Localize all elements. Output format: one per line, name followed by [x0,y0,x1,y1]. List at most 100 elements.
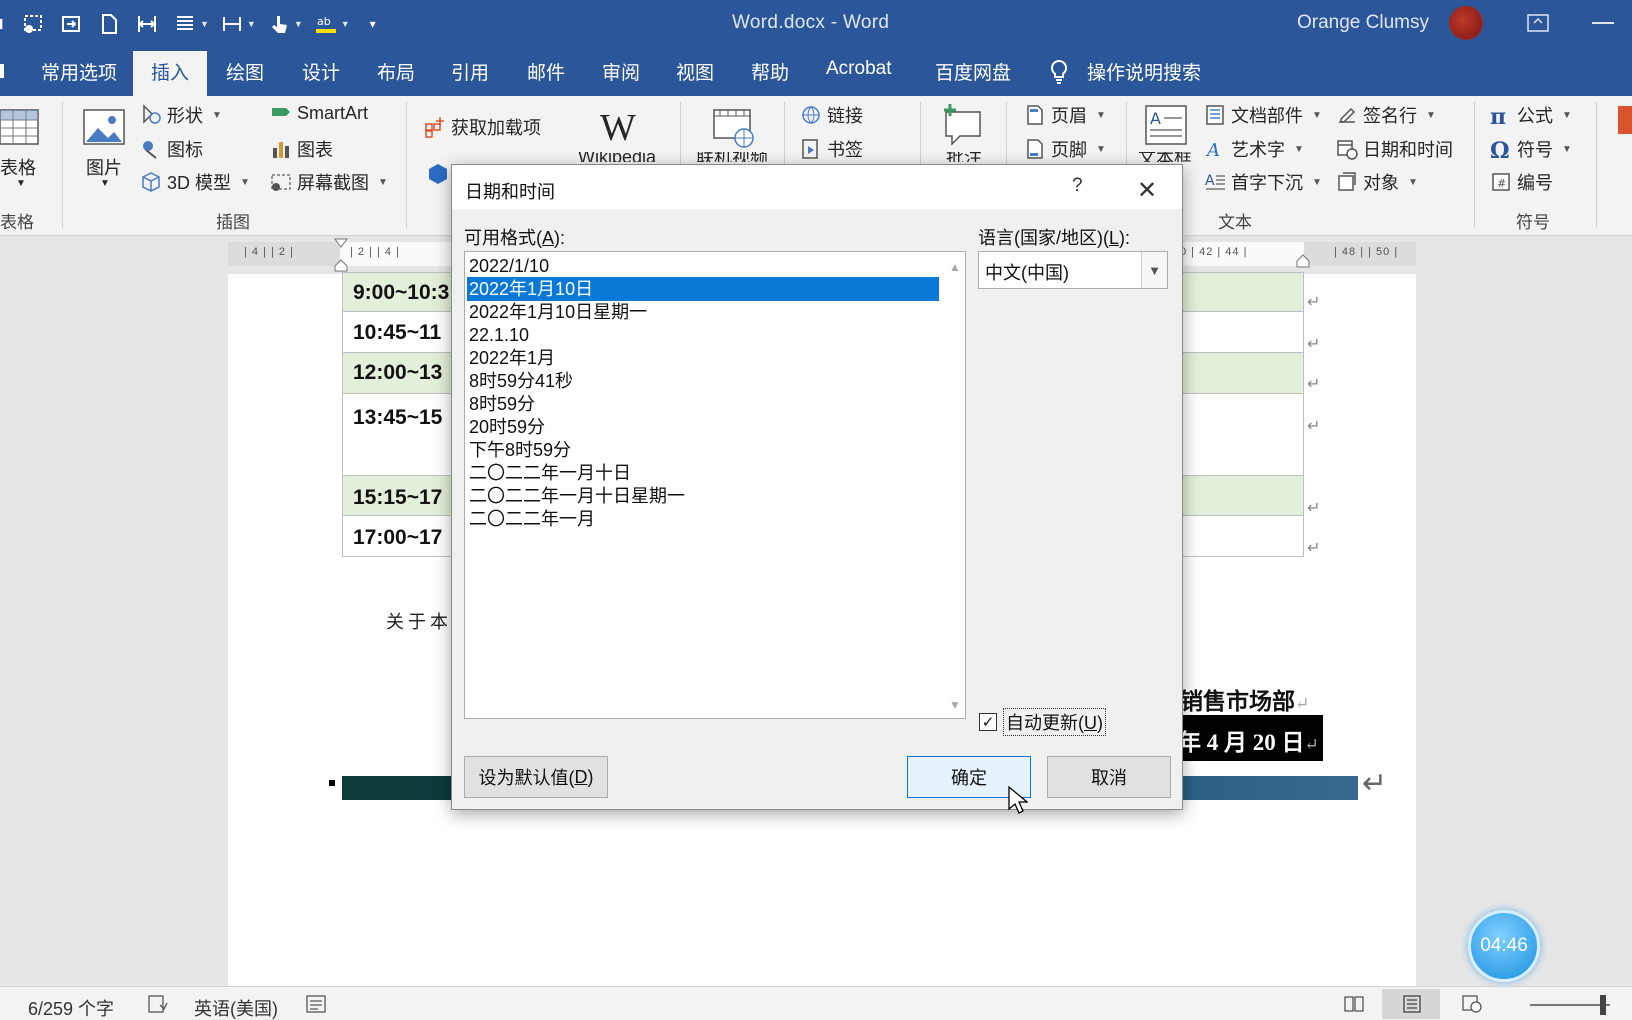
language-status[interactable]: 英语(美国) [194,995,278,1020]
right-indent-marker[interactable] [1296,254,1310,268]
comment-icon[interactable] [940,102,986,148]
switch-window-icon[interactable] [56,9,86,39]
format-option[interactable]: 2022年1月10日星期一 [467,300,939,324]
close-button[interactable]: ✕ [1137,176,1157,205]
number-button[interactable]: # 编号 [1490,169,1553,195]
tab-acrobat[interactable]: Acrobat [826,58,891,80]
user-name[interactable]: Orange Clumsy [1297,12,1429,34]
row-height-icon[interactable] [217,9,247,39]
format-option[interactable]: 二〇二二年一月十日星期一 [467,484,939,508]
chevron-down-icon[interactable]: ▼ [247,19,256,29]
smartart-button[interactable]: SmartArt [270,102,368,124]
line-spacing-icon[interactable] [170,9,200,39]
new-document-icon[interactable] [94,9,124,39]
date-time-button[interactable]: 日期和时间 [1336,136,1453,162]
format-option[interactable]: 22.1.10 [467,323,939,347]
format-option-selected[interactable]: 2022年1月10日 [467,277,939,301]
web-layout-icon[interactable] [1462,995,1482,1013]
formats-listbox[interactable]: 2022/1/10 2022年1月10日 2022年1月10日星期一 22.1.… [464,251,966,719]
cancel-button[interactable]: 取消 [1047,756,1171,798]
chevron-down-icon[interactable]: ▼ [949,698,961,712]
comment-button[interactable]: 批注 [946,152,982,162]
column-width-icon[interactable] [132,9,162,39]
accessibility-icon[interactable] [306,995,326,1013]
object-button[interactable]: 对象 ▼ [1336,169,1418,195]
print-layout-icon[interactable] [1402,995,1422,1013]
online-video-button[interactable]: 联机视频 [696,152,768,162]
chart-button[interactable]: 图表 [270,136,333,162]
signature-line-button[interactable]: 签名行 ▼ [1336,102,1436,128]
zoom-slider[interactable] [1530,1004,1610,1006]
language-select[interactable]: 中文(中国) ▼ [978,251,1168,289]
chevron-down-icon[interactable]: ▼ [100,178,110,189]
get-addins-button[interactable]: 获取加载项 [424,114,541,140]
help-button[interactable]: ? [1072,175,1083,197]
inserted-date-field[interactable]: 年 4 月 20 日↵ [1178,715,1323,761]
wikipedia-icon[interactable]: W [600,106,636,150]
save-icon[interactable] [0,9,10,39]
chevron-down-icon[interactable]: ▼ [200,19,209,29]
customize-qat-icon[interactable]: ▾ [358,9,388,39]
touch-mode-icon[interactable] [264,9,294,39]
pictures-button[interactable]: 图片 [86,154,122,180]
format-option[interactable]: 20时59分 [467,415,939,439]
wikipedia-button[interactable]: Wikipedia [578,152,656,162]
my-addins-icon[interactable] [426,162,450,186]
indent-marker[interactable] [334,238,348,272]
recording-timer[interactable]: 04:46 [1468,910,1540,982]
symbol-button[interactable]: Ω 符号 ▼ [1490,136,1572,164]
format-option[interactable]: 2022年1月 [467,346,939,370]
tell-me-search[interactable]: 操作说明搜索 [1087,58,1201,85]
icons-button[interactable]: 图标 [140,136,203,162]
checkbox-checked[interactable]: ✓ [979,713,997,731]
header-button[interactable]: 页眉 ▼ [1024,102,1106,128]
tab-baidu-netdisk[interactable]: 百度网盘 [935,58,1011,85]
chevron-down-icon[interactable]: ▼ [1141,252,1167,288]
listbox-scrollbar[interactable]: ▲ ▼ [945,252,965,718]
footer-button[interactable]: 页脚 ▼ [1024,136,1106,162]
3d-models-button[interactable]: 3D 模型 ▼ [140,169,250,195]
bookmark-button[interactable]: 书签 [800,136,863,162]
tab-design[interactable]: 设计 [302,58,340,85]
tab-references[interactable]: 引用 [451,58,489,85]
read-mode-icon[interactable] [1344,995,1364,1013]
wordart-button[interactable]: A 艺术字 ▼ [1204,136,1304,162]
format-option[interactable]: 下午8时59分 [467,438,939,462]
auto-update-checkbox[interactable]: ✓ 自动更新(U) [979,708,1106,736]
tab-common-options[interactable]: 常用选项 [41,58,117,85]
link-button[interactable]: 链接 [800,102,863,128]
proofing-icon[interactable] [148,995,168,1013]
avatar[interactable] [1449,6,1483,40]
spelling-check-icon[interactable]: ab [311,9,341,39]
table-icon[interactable] [0,108,40,148]
word-count[interactable]: 6/259 个字 [28,995,114,1020]
quick-parts-button[interactable]: 文档部件 ▼ [1204,102,1322,128]
screenshot-button[interactable]: 屏幕截图 ▼ [270,169,388,195]
format-option[interactable]: 8时59分41秒 [467,369,939,393]
tab-draw[interactable]: 绘图 [226,58,264,85]
pictures-icon[interactable] [82,106,126,150]
format-option[interactable]: 二〇二二年一月 [467,507,939,531]
chevron-down-icon[interactable]: ▼ [294,19,303,29]
textbox-icon[interactable]: A [1144,104,1188,148]
format-option[interactable]: 8时59分 [467,392,939,416]
shapes-button[interactable]: 形状 ▼ [140,102,222,128]
tab-insert[interactable]: 插入 [133,51,208,96]
dropcap-button[interactable]: A 首字下沉 ▼ [1204,169,1322,195]
tab-view[interactable]: 视图 [676,58,714,85]
tab-mailings[interactable]: 邮件 [527,58,565,85]
tab-layout[interactable]: 布局 [377,58,415,85]
lightbulb-icon[interactable] [1048,58,1070,86]
tab-file-edge[interactable] [0,62,4,84]
ribbon-display-options-icon[interactable] [1524,10,1552,36]
textbox-button[interactable]: 文本框 [1138,152,1192,162]
equation-button[interactable]: π 公式 ▼ [1490,102,1572,130]
media-icon-cut[interactable] [1614,106,1632,136]
zoom-slider-thumb[interactable] [1600,995,1606,1015]
tab-help[interactable]: 帮助 [751,58,789,85]
table-button[interactable]: 表格 [0,154,36,180]
chevron-down-icon[interactable]: ▼ [16,178,26,189]
chevron-up-icon[interactable]: ▲ [949,260,961,274]
format-option[interactable]: 2022/1/10 [467,254,939,278]
screenshot-qat-icon[interactable] [18,9,48,39]
